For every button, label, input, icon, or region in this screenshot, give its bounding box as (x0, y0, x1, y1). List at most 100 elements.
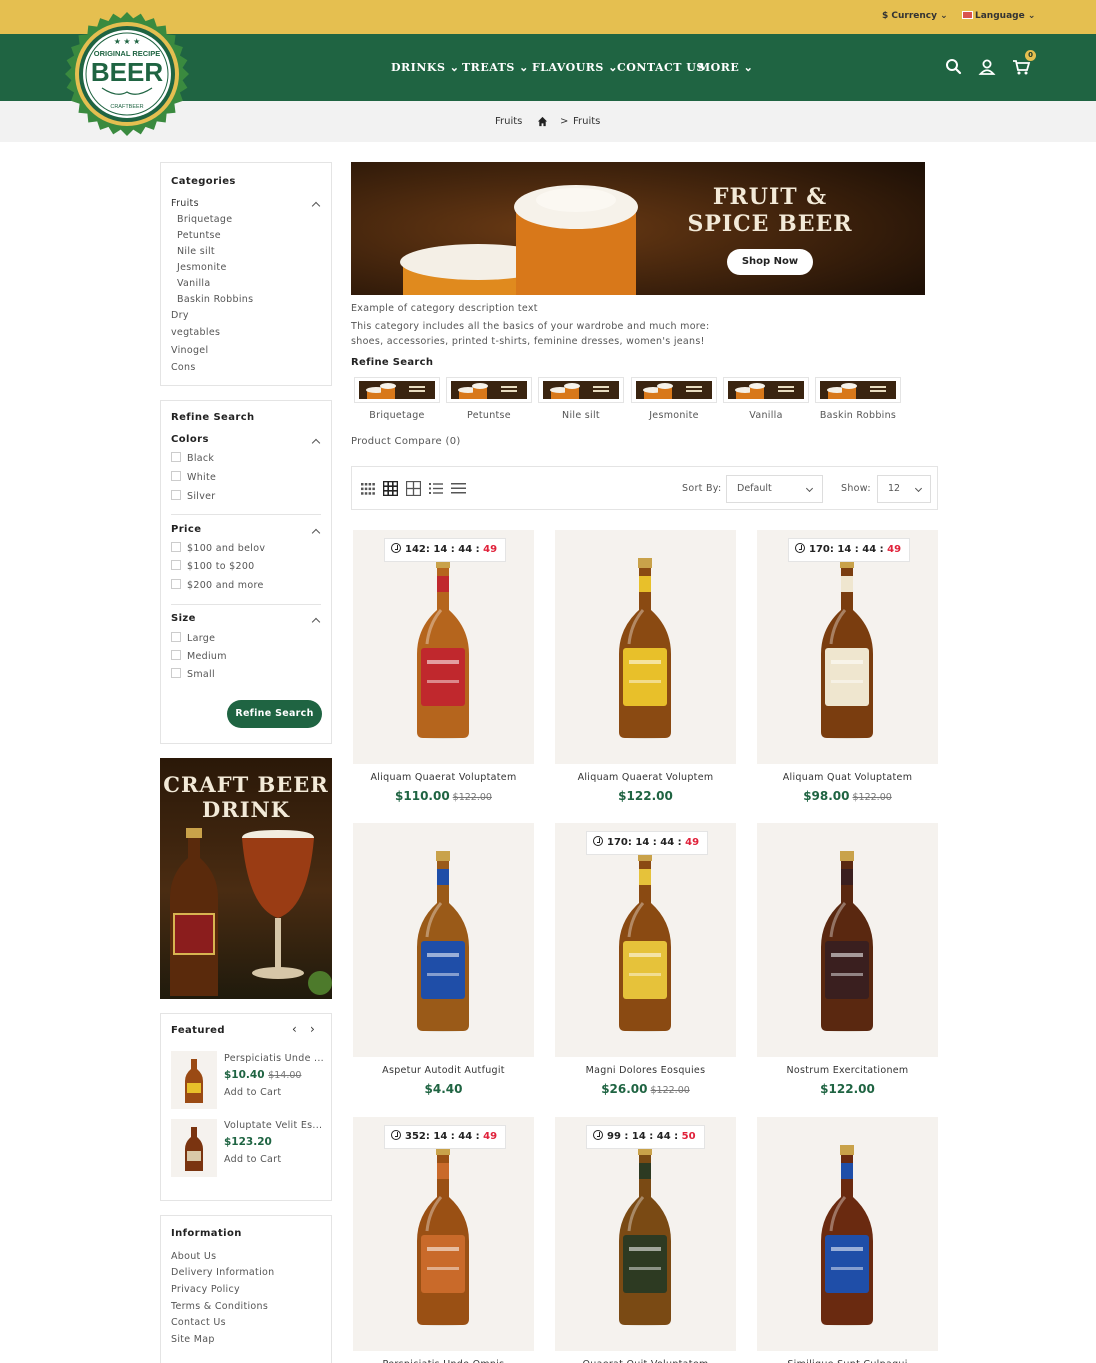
nav-contact-us[interactable]: CONTACT US (617, 61, 705, 74)
filter-size-medium[interactable]: Medium (171, 650, 227, 662)
category-child[interactable]: Briquetage (177, 214, 232, 225)
filter-size-small[interactable]: Small (171, 668, 215, 680)
product-image[interactable] (757, 823, 938, 1057)
add-to-cart-link[interactable]: Add to Cart (224, 1087, 281, 1098)
chevron-right-icon[interactable]: › (310, 1022, 315, 1036)
filter-color-black[interactable]: Black (171, 452, 214, 464)
refine-thumb-label[interactable]: Jesmonite (628, 410, 720, 421)
grid-4-view-icon[interactable] (361, 482, 375, 496)
nav-more[interactable]: MORE ⌄ (698, 61, 753, 74)
filter-price-1[interactable]: $100 and belov (171, 542, 265, 554)
grid-2-view-icon[interactable] (406, 481, 421, 496)
add-to-cart-link[interactable]: Add to Cart (224, 1154, 281, 1165)
info-link[interactable]: Contact Us (171, 1317, 226, 1328)
user-icon[interactable] (976, 56, 998, 78)
home-icon[interactable] (537, 116, 548, 127)
checkbox[interactable] (171, 471, 181, 481)
category-item[interactable]: Dry (171, 310, 189, 321)
chevron-up-icon[interactable] (311, 528, 321, 538)
product-image[interactable] (353, 530, 534, 764)
featured-thumb[interactable] (171, 1119, 217, 1177)
info-link[interactable]: Site Map (171, 1334, 215, 1345)
nav-drinks[interactable]: DRINKS ⌄ (391, 61, 459, 74)
refine-search-button[interactable]: Refine Search (227, 700, 322, 728)
category-item[interactable]: Cons (171, 362, 196, 373)
product-image[interactable] (555, 530, 736, 764)
product-name[interactable]: Magni Dolores Eosquies (555, 1065, 736, 1076)
category-fruits[interactable]: Fruits (171, 198, 199, 209)
product-name[interactable]: Aliquam Quaerat Voluptatem (353, 772, 534, 783)
product-name[interactable]: Similique Sunt Culpaqui (757, 1359, 938, 1363)
product-image[interactable] (353, 823, 534, 1057)
craft-beer-promo[interactable]: CRAFT BEER DRINK (160, 758, 332, 999)
checkbox[interactable] (171, 632, 181, 642)
checkbox[interactable] (171, 490, 181, 500)
refine-thumb[interactable] (815, 377, 901, 403)
refine-thumb[interactable] (354, 377, 440, 403)
category-child[interactable]: Jesmonite (177, 262, 227, 273)
featured-thumb[interactable] (171, 1051, 217, 1109)
grid-3-view-icon[interactable] (383, 481, 398, 496)
product-image[interactable] (555, 1117, 736, 1351)
filter-color-silver[interactable]: Silver (171, 490, 215, 502)
info-link[interactable]: About Us (171, 1251, 216, 1262)
product-name[interactable]: Aspetur Autodit Autfugit (353, 1065, 534, 1076)
refine-thumb-label[interactable]: Briquetage (351, 410, 443, 421)
refine-thumb-label[interactable]: Baskin Robbins (812, 410, 904, 421)
featured-name[interactable]: Perspiciatis Unde ... (224, 1053, 324, 1064)
filter-price-3[interactable]: $200 and more (171, 579, 264, 591)
show-count-select[interactable]: 12 (877, 475, 931, 503)
product-image[interactable] (757, 1117, 938, 1351)
category-child[interactable]: Baskin Robbins (177, 294, 253, 305)
chevron-up-icon[interactable] (311, 438, 321, 448)
language-dropdown[interactable]: Language ⌄ (962, 11, 1035, 21)
refine-thumb[interactable] (631, 377, 717, 403)
info-link[interactable]: Delivery Information (171, 1267, 274, 1278)
product-image[interactable] (555, 823, 736, 1057)
chevron-left-icon[interactable]: ‹ (292, 1022, 297, 1036)
product-name[interactable]: Aliquam Quaerat Voluptem (555, 772, 736, 783)
refine-thumb-label[interactable]: Petuntse (443, 410, 535, 421)
filter-size-large[interactable]: Large (171, 632, 215, 644)
currency-dropdown[interactable]: $ Currency ⌄ (882, 11, 948, 21)
product-name[interactable]: Perspiciatis Unde Omnis (353, 1359, 534, 1363)
list-view-icon[interactable] (429, 482, 443, 495)
info-link[interactable]: Terms & Conditions (171, 1301, 268, 1312)
category-child[interactable]: Nile silt (177, 246, 215, 257)
breadcrumb-link-fruits[interactable]: Fruits (573, 116, 600, 127)
product-compare-link[interactable]: Product Compare (0) (351, 436, 461, 447)
checkbox[interactable] (171, 452, 181, 462)
refine-thumb[interactable] (723, 377, 809, 403)
checkbox[interactable] (171, 668, 181, 678)
category-child[interactable]: Vanilla (177, 278, 210, 289)
refine-thumb-label[interactable]: Vanilla (720, 410, 812, 421)
search-icon[interactable] (943, 56, 965, 78)
category-item[interactable]: vegtables (171, 327, 220, 338)
category-child[interactable]: Petuntse (177, 230, 221, 241)
shop-now-button[interactable]: Shop Now (727, 249, 813, 275)
product-image[interactable] (353, 1117, 534, 1351)
beer-logo[interactable]: ORIGINAL RECIPE BEER CRAFTBEER ★ ★ ★ (62, 8, 192, 140)
info-link[interactable]: Privacy Policy (171, 1284, 240, 1295)
product-image[interactable] (757, 530, 938, 764)
cart-button[interactable]: 0 (1010, 50, 1036, 78)
checkbox[interactable] (171, 560, 181, 570)
filter-price-2[interactable]: $100 to $200 (171, 560, 255, 572)
checkbox[interactable] (171, 542, 181, 552)
category-item[interactable]: Vinogel (171, 345, 208, 356)
refine-thumb-label[interactable]: Nile silt (535, 410, 627, 421)
product-name[interactable]: Nostrum Exercitationem (757, 1065, 938, 1076)
featured-name[interactable]: Voluptate Velit Es... (224, 1120, 322, 1131)
chevron-up-icon[interactable] (311, 201, 321, 211)
sort-select[interactable]: Default (726, 475, 823, 503)
checkbox[interactable] (171, 650, 181, 660)
refine-thumb[interactable] (446, 377, 532, 403)
compact-list-view-icon[interactable] (451, 482, 466, 495)
chevron-up-icon[interactable] (311, 617, 321, 627)
product-name[interactable]: Aliquam Quat Voluptatem (757, 772, 938, 783)
refine-thumb[interactable] (538, 377, 624, 403)
product-name[interactable]: Quaerat Quit Voluptatem (555, 1359, 736, 1363)
nav-treats[interactable]: TREATS ⌄ (462, 61, 529, 74)
checkbox[interactable] (171, 579, 181, 589)
filter-color-white[interactable]: White (171, 471, 216, 483)
